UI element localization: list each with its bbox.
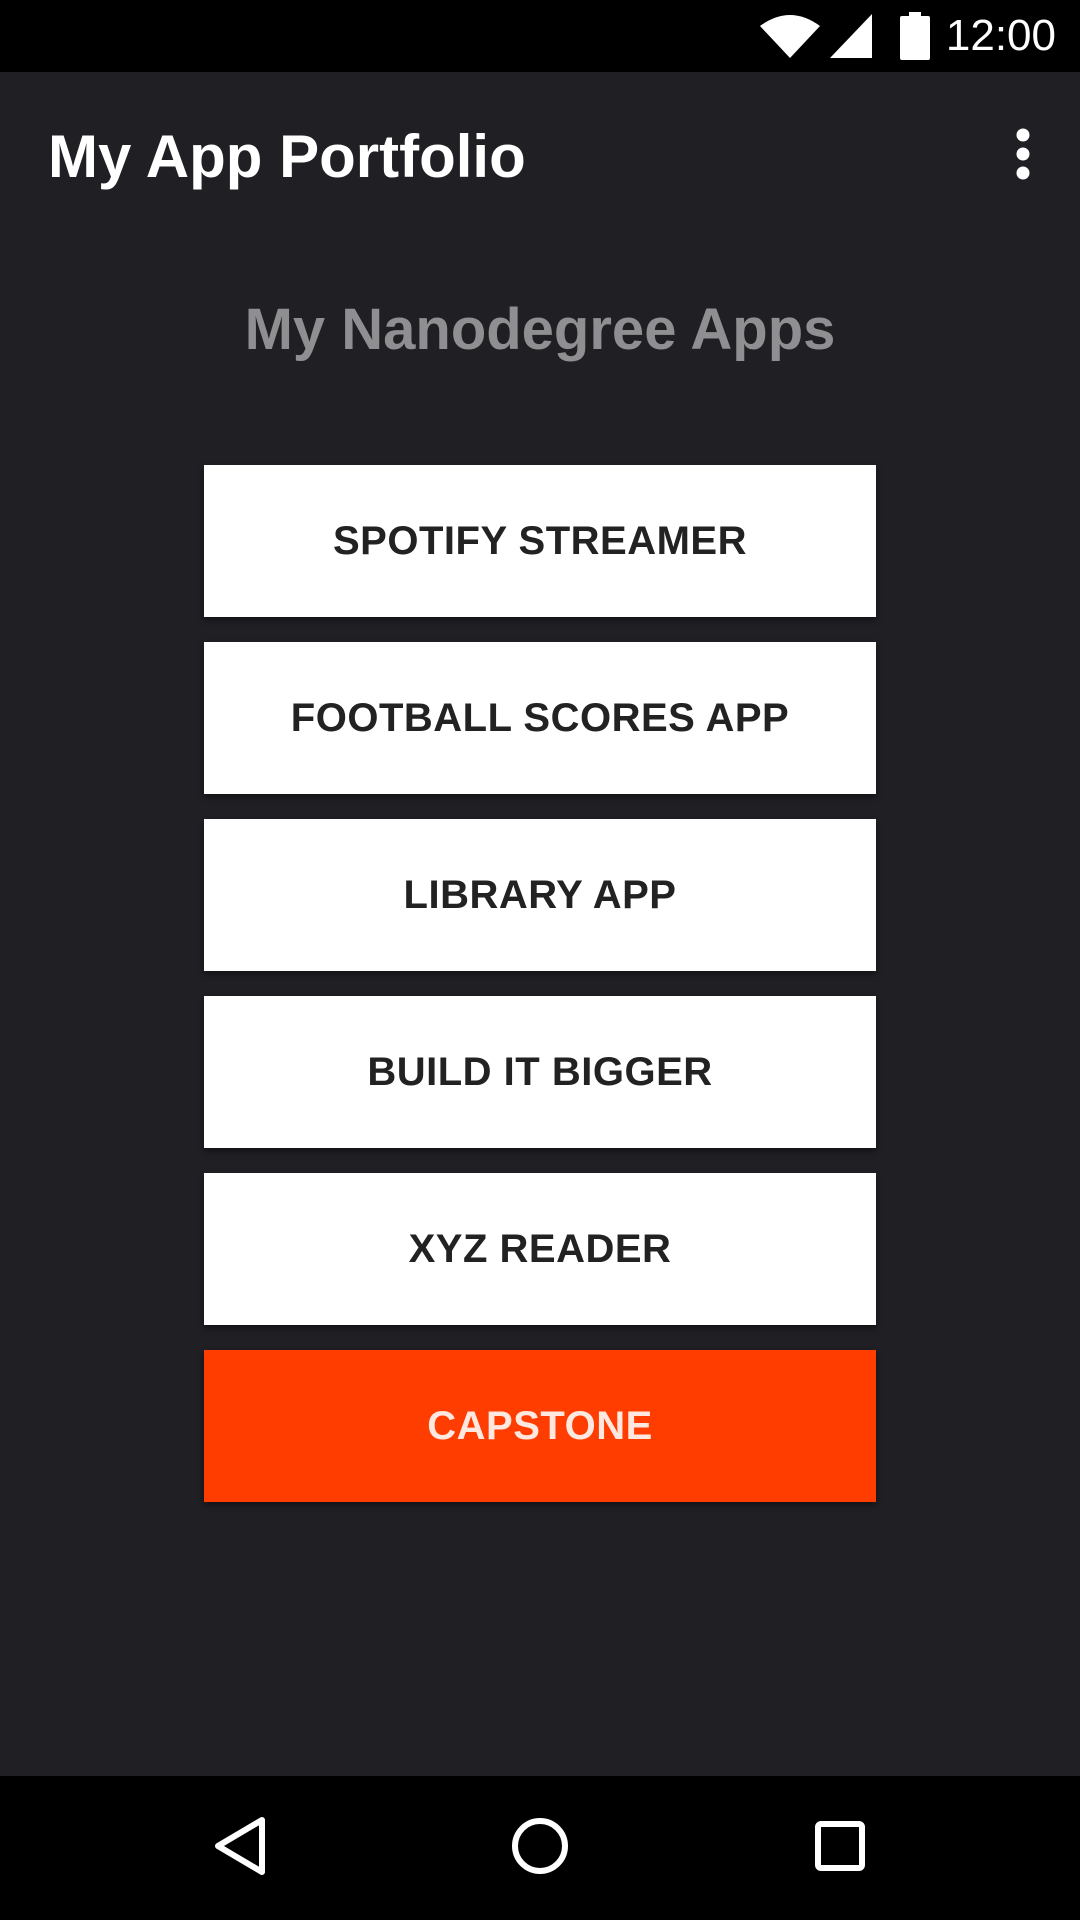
back-icon bbox=[212, 1816, 268, 1881]
library-app-button[interactable]: LIBRARY APP bbox=[204, 819, 876, 971]
recents-icon bbox=[815, 1820, 865, 1876]
football-scores-button[interactable]: FOOTBALL SCORES APP bbox=[204, 642, 876, 794]
status-bar: 12:00 bbox=[0, 0, 1080, 72]
capstone-button[interactable]: CAPSTONE bbox=[204, 1350, 876, 1502]
app-screen: 12:00 My App Portfolio My Nanodegree App… bbox=[0, 0, 1080, 1920]
navigation-bar bbox=[0, 1776, 1080, 1920]
build-it-bigger-button[interactable]: BUILD IT BIGGER bbox=[204, 996, 876, 1148]
more-vert-icon bbox=[1013, 128, 1033, 185]
battery-icon bbox=[899, 12, 930, 60]
home-button[interactable] bbox=[460, 1776, 620, 1920]
back-button[interactable] bbox=[160, 1776, 320, 1920]
status-clock: 12:00 bbox=[945, 11, 1056, 60]
spotify-streamer-button[interactable]: SPOTIFY STREAMER bbox=[204, 465, 876, 617]
xyz-reader-button[interactable]: XYZ READER bbox=[204, 1173, 876, 1325]
overflow-menu-button[interactable] bbox=[990, 120, 1056, 192]
status-icons: 12:00 bbox=[759, 0, 1056, 72]
wifi-icon bbox=[759, 14, 820, 58]
recents-button[interactable] bbox=[760, 1776, 920, 1920]
app-title: My App Portfolio bbox=[48, 123, 526, 190]
signal-icon bbox=[829, 14, 872, 58]
app-bar: My App Portfolio bbox=[0, 72, 1080, 240]
section-heading: My Nanodegree Apps bbox=[244, 297, 836, 362]
home-icon bbox=[511, 1817, 569, 1880]
